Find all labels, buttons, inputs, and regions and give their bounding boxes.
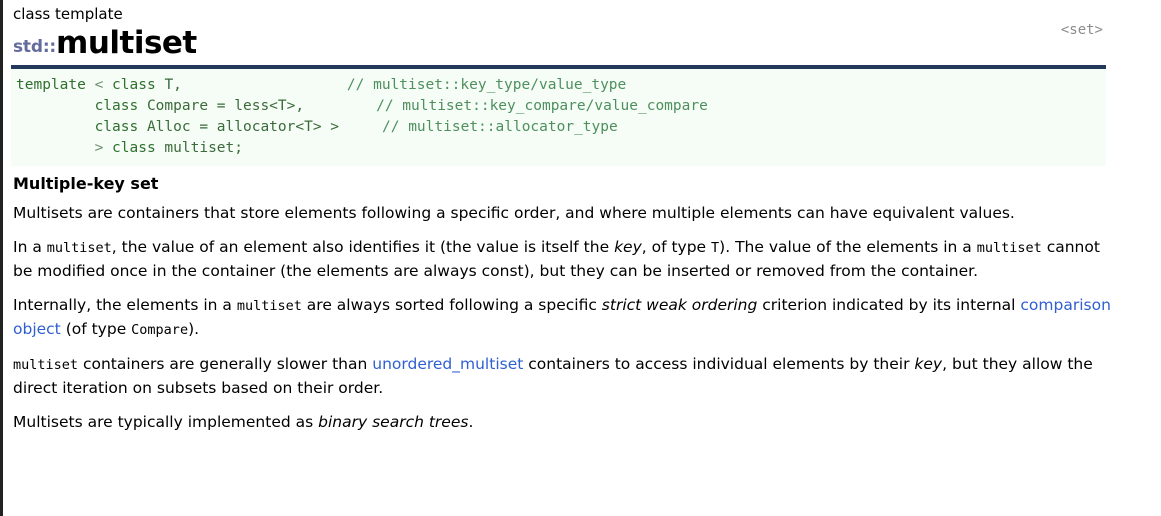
reference-page: class template std:: multiset <set> templ… [0, 0, 1161, 516]
inline-code: multiset [13, 357, 79, 373]
text-run: , the value of an element also identifie… [111, 238, 615, 256]
code-comment: // multiset::allocator_type [382, 119, 618, 135]
page-title: std:: multiset [13, 27, 1161, 59]
code-comment: // multiset::key_compare/value_compare [376, 98, 708, 114]
code-segment: Compare = less<T>, [146, 98, 305, 114]
code-segment: class [16, 98, 147, 114]
text-run: . [468, 413, 474, 431]
emphasis: key [914, 355, 943, 373]
code-line: template < class T, // multiset::key_type… [11, 75, 1106, 96]
code-comment: // multiset::key_type/value_type [346, 77, 627, 93]
page-header: class template std:: multiset <set> [3, 0, 1161, 59]
inline-code: T [711, 240, 720, 256]
inline-code: multiset [46, 240, 112, 256]
text-run: are always sorted following a specific [301, 296, 602, 314]
section-heading: Multiple-key set [13, 174, 159, 193]
text-run: criterion indicated by its internal [757, 296, 1021, 314]
emphasis: binary search trees [318, 413, 469, 431]
paragraph-overview: Multisets are containers that store elem… [13, 202, 1113, 225]
text-run: (of type [60, 320, 132, 338]
code-line: class Alloc = allocator<T> > // multiset:… [11, 117, 1106, 138]
namespace-prefix: std:: [13, 37, 57, 57]
paragraph-implementation: Multisets are typically implemented as b… [13, 411, 1113, 434]
inline-code: Compare [131, 322, 189, 338]
code-segment: class [112, 77, 165, 93]
code-segment: > [16, 140, 113, 156]
code-segment: Alloc = allocator<T> > [146, 119, 340, 135]
text-run: Multisets are typically implemented as [13, 413, 319, 431]
inline-code: multiset [976, 240, 1042, 256]
inline-code: multiset [236, 298, 302, 314]
text-run: In a [13, 238, 47, 256]
code-line: class Compare = less<T>, // multiset::key… [11, 96, 1106, 117]
text-run: ). [188, 320, 200, 338]
text-run: ). The value of the elements in a [719, 238, 977, 256]
code-segment: T, [164, 77, 182, 93]
link-unordered-multiset[interactable]: unordered_multiset [372, 355, 523, 373]
text-run: containers to access individual elements… [523, 355, 915, 373]
paragraph-ordering: Internally, the elements in a multiset a… [13, 294, 1113, 342]
include-header: <set> [1060, 22, 1103, 38]
text-run: Multisets are containers that store elem… [13, 204, 1015, 222]
class-name: multiset [56, 25, 197, 61]
text-run: Internally, the elements in a [13, 296, 237, 314]
emphasis: key [614, 238, 642, 256]
emphasis: strict weak ordering [601, 296, 758, 314]
kind-label: class template [13, 5, 123, 23]
description-content: Multiple-key set Multisets are container… [3, 173, 1161, 434]
code-segment: template [16, 77, 95, 93]
code-segment: class [16, 119, 147, 135]
code-segment: < [94, 77, 113, 93]
text-run: , of type [641, 238, 712, 256]
template-declaration-block: template < class T, // multiset::key_type… [11, 69, 1106, 166]
paragraph-performance: multiset containers are generally slower… [13, 353, 1113, 400]
code-line: > class multiset; [11, 138, 1106, 159]
code-segment: multiset; [164, 140, 243, 156]
paragraph-key-identity: In a multiset, the value of an element a… [13, 236, 1113, 283]
text-run: containers are generally slower than [78, 355, 373, 373]
code-segment: class [112, 140, 165, 156]
